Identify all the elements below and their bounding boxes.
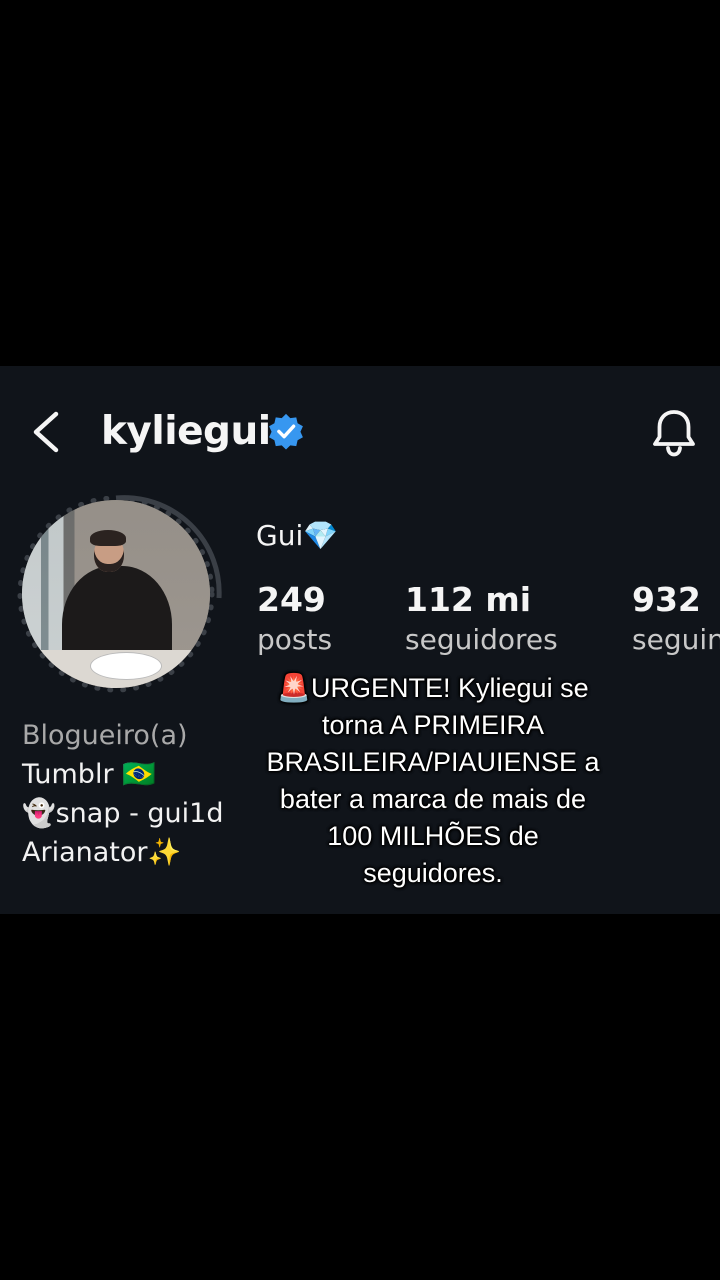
profile-username: kyliegui (101, 409, 271, 454)
bio-line: 👻snap - gui1d (22, 798, 224, 829)
caption-line: BRASILEIRA/PIAUIENSE a (266, 747, 600, 777)
profile-header: kyliegui (0, 396, 720, 468)
bell-icon (653, 410, 695, 457)
bio-category: Blogueiro(a) (22, 720, 188, 751)
stat-label: posts (257, 623, 333, 656)
caption-line: 100 MILHÕES de (327, 821, 539, 851)
bio-line: Arianator✨ (22, 837, 182, 868)
video-caption-overlay: 🚨URGENTE! Kyliegui se torna A PRIMEIRA B… (258, 670, 608, 892)
bio-line: Tumblr 🇧🇷 (22, 759, 156, 790)
caption-line: 🚨URGENTE! Kyliegui se (277, 673, 589, 703)
verified-badge-icon (269, 413, 303, 450)
profile-card: kyliegui Gui💎 249 posts 112 mi seguidore… (0, 366, 720, 914)
display-name: Gui💎 (256, 519, 339, 552)
caption-line: bater a marca de mais de (279, 784, 587, 814)
stat-label: seguin (632, 623, 720, 656)
stat-value: 112 mi (405, 580, 532, 619)
stat-label: seguidores (405, 623, 558, 656)
stat-following[interactable]: 932 seguin (632, 580, 720, 660)
stat-value: 932 (632, 580, 701, 619)
stat-posts[interactable]: 249 posts (257, 580, 332, 660)
caption-line: seguidores. (363, 858, 503, 888)
chevron-left-icon (33, 411, 59, 453)
notifications-button[interactable] (647, 406, 701, 460)
screen: kyliegui Gui💎 249 posts 112 mi seguidore… (0, 0, 720, 1280)
back-button[interactable] (22, 406, 72, 458)
profile-avatar[interactable] (16, 486, 226, 696)
profile-bio: Blogueiro(a) Tumblr 🇧🇷 👻snap - gui1d Ari… (22, 716, 223, 872)
caption-line: torna A PRIMEIRA (321, 710, 545, 740)
avatar-photo (22, 500, 210, 688)
stat-followers[interactable]: 112 mi seguidores (405, 580, 558, 660)
stat-value: 249 (257, 580, 326, 619)
